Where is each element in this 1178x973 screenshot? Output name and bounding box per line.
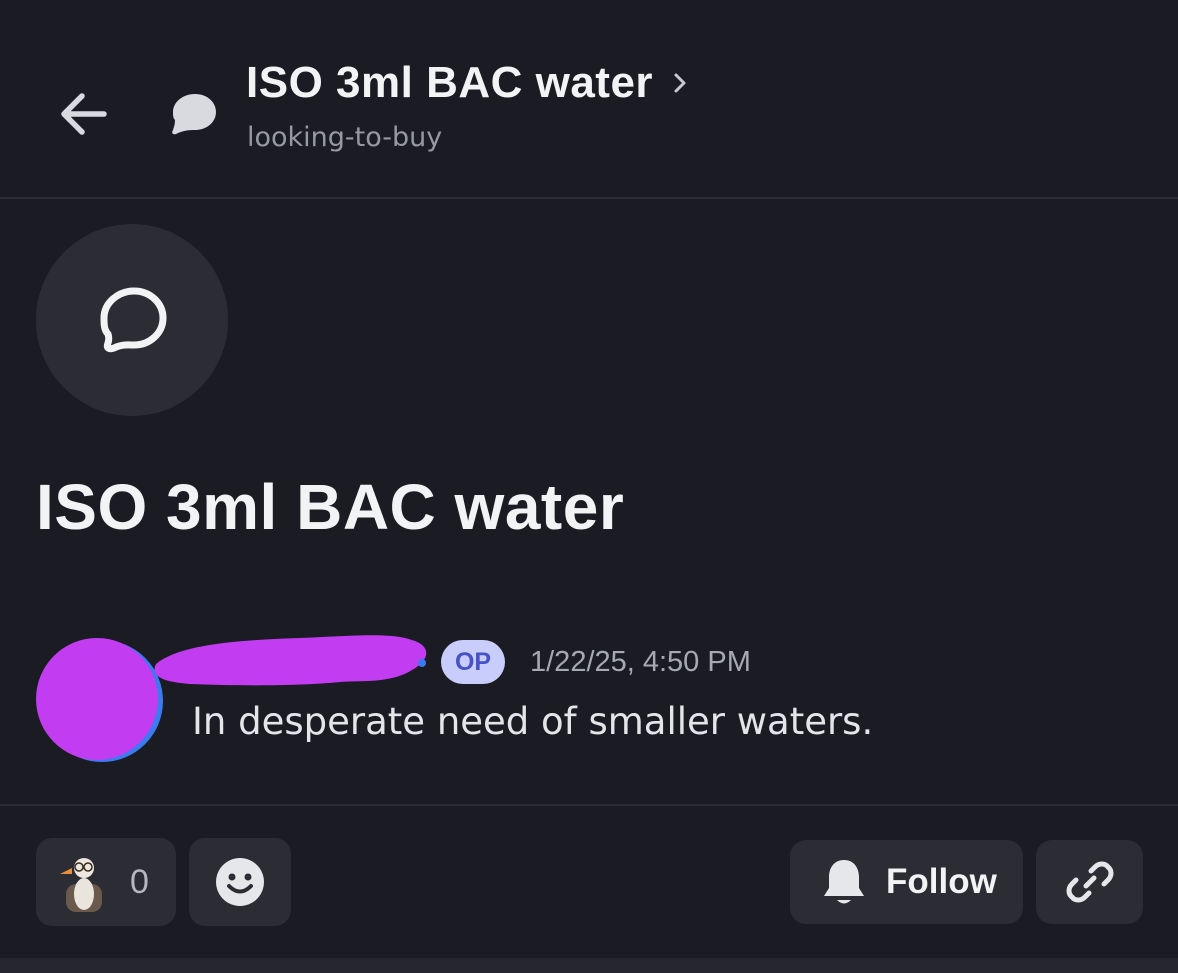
channel-name[interactable]: looking-to-buy [247, 122, 442, 153]
follow-label: Follow [886, 862, 997, 901]
speech-bubble-icon [172, 94, 216, 135]
redacted-username[interactable] [150, 630, 440, 692]
bell-icon [824, 860, 864, 904]
link-icon [1066, 861, 1113, 903]
bottom-bar [0, 958, 1178, 973]
message-divider [0, 804, 1178, 806]
goose-sticker-icon [60, 858, 102, 912]
thread-header: ISO 3ml BAC water looking-to-buy [0, 0, 1178, 198]
arrow-left-icon [61, 93, 107, 135]
back-button[interactable] [48, 78, 120, 150]
reaction-count: 0 [130, 862, 149, 901]
chevron-right-icon [674, 73, 686, 93]
op-badge: OP [441, 640, 505, 684]
thread-icon-circle [36, 224, 228, 416]
header-title: ISO 3ml BAC water [246, 58, 654, 107]
thread-title: ISO 3ml BAC water [36, 471, 625, 543]
message-timestamp: 1/22/25, 4:50 PM [530, 646, 751, 678]
follow-button[interactable]: Follow [790, 840, 1023, 924]
reaction-button[interactable]: 0 [36, 838, 176, 926]
add-reaction-button[interactable] [189, 838, 291, 926]
chat-bubble-outline-icon [100, 287, 167, 353]
thread-view: ISO 3ml BAC water looking-to-buy ISO 3ml… [0, 0, 1178, 973]
copy-link-button[interactable] [1036, 840, 1143, 924]
header-divider [0, 197, 1178, 199]
thread-title-link[interactable]: ISO 3ml BAC water [246, 58, 691, 108]
avatar[interactable] [36, 638, 158, 760]
message-content: In desperate need of smaller waters. [192, 700, 874, 743]
smiley-face-icon [216, 858, 264, 906]
